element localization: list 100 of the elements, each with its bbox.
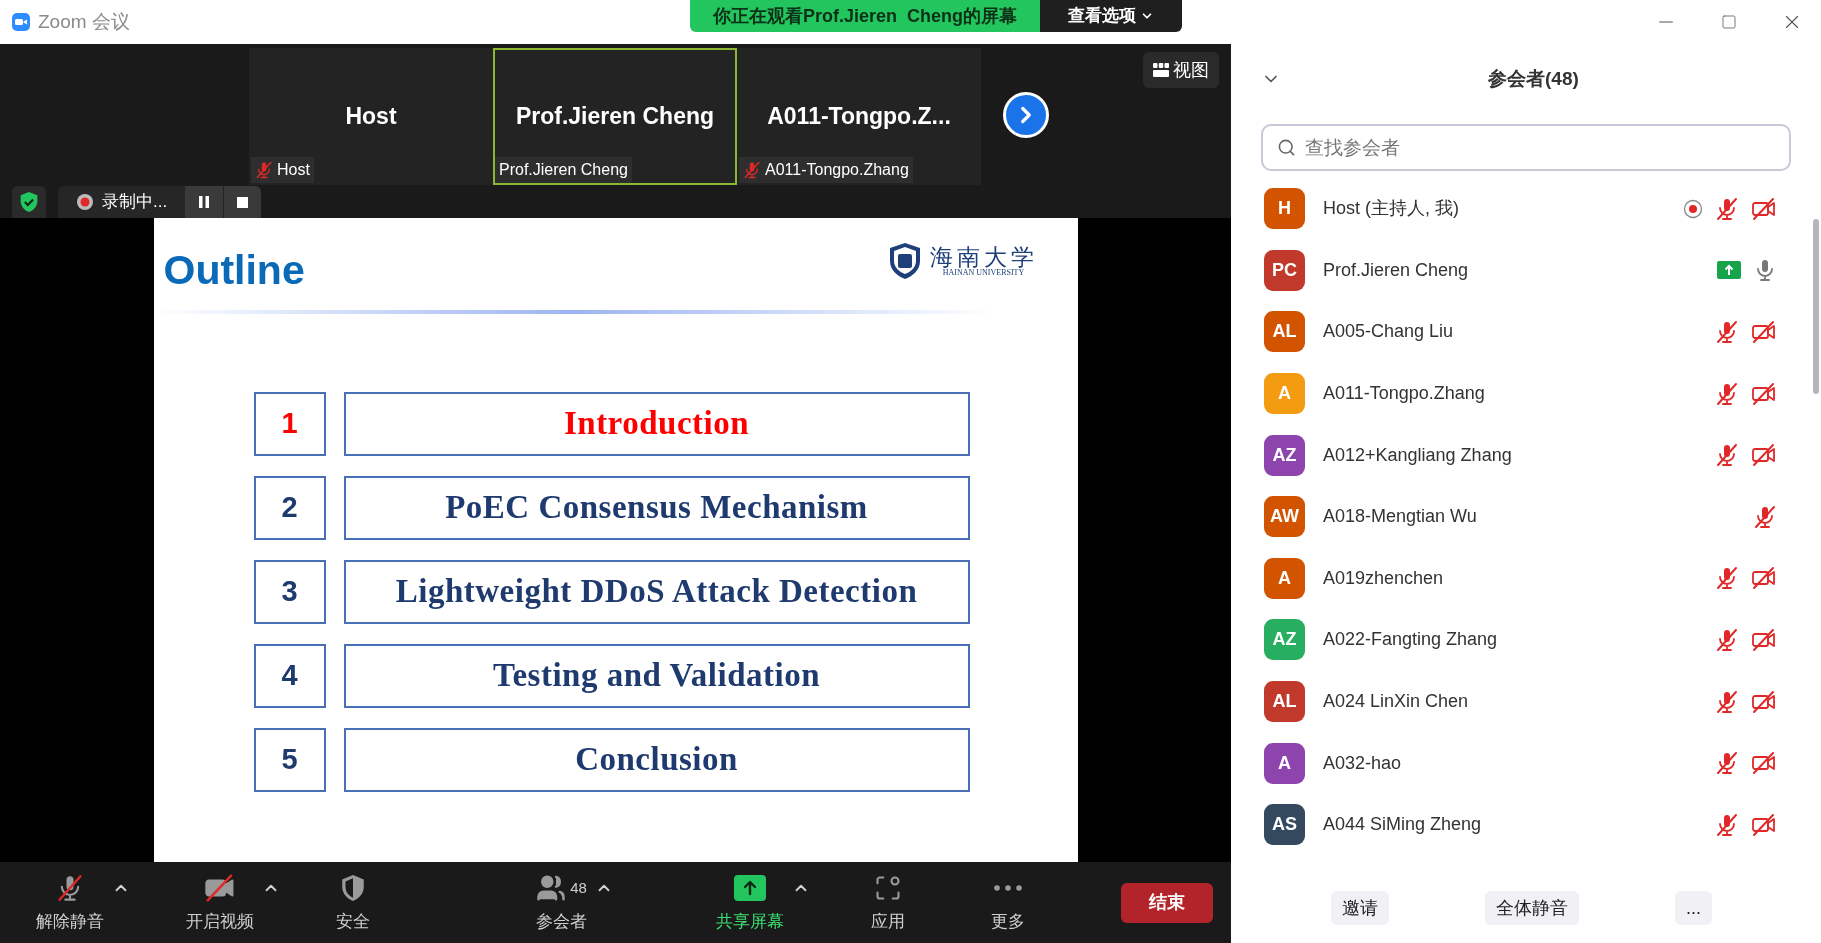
panel-button[interactable]: 全体静音 xyxy=(1485,891,1579,925)
toolbar-label: 更多 xyxy=(991,910,1025,933)
section-title-box: Introduction xyxy=(343,391,970,456)
section-number-box: 4 xyxy=(253,643,326,708)
pause-button[interactable] xyxy=(185,186,224,218)
toolbar-button[interactable]: 应用 xyxy=(863,870,913,935)
tile-name: Host xyxy=(345,102,397,132)
muted-microphone-icon xyxy=(1715,320,1739,344)
toolbar-button[interactable]: 48 参会者 xyxy=(528,870,595,935)
participant-name: Host (主持人, 我) xyxy=(1323,197,1459,221)
recording-label: 录制中... xyxy=(102,191,168,214)
participant-name: A018-Mengtian Wu xyxy=(1323,505,1477,529)
participant-row[interactable]: AL A024 LinXin Chen xyxy=(1231,670,1821,733)
toolbar-button[interactable]: 共享屏幕 xyxy=(708,870,792,935)
toolbar-label: 开启视频 xyxy=(186,910,254,933)
participant-row[interactable]: AS A044 SiMing Zheng xyxy=(1231,793,1821,856)
video-off-icon xyxy=(204,871,236,904)
avatar: PC xyxy=(1264,249,1305,291)
logo-english-name: HAINAN UNIVERSITY xyxy=(942,268,1025,277)
muted-microphone-icon xyxy=(1715,443,1739,468)
participant-row[interactable]: H Host (主持人, 我) xyxy=(1231,178,1821,240)
screen-share-banner: 你正在观看Prof.Jieren Cheng的屏幕 xyxy=(690,0,1040,32)
view-options-button[interactable]: 查看选项 xyxy=(1040,0,1182,32)
muted-microphone-icon xyxy=(1715,751,1739,776)
toolbar-label: 安全 xyxy=(336,910,370,933)
search-field[interactable]: 查找参会者 xyxy=(1261,124,1791,171)
video-tile[interactable]: Prof.Jieren Cheng Prof.Jieren Cheng xyxy=(493,48,737,185)
participant-name: A019zhenchen xyxy=(1323,566,1444,590)
participant-row[interactable]: AL A005-Chang Liu xyxy=(1231,301,1821,363)
maximize-icon[interactable] xyxy=(1721,14,1737,30)
participant-name: Prof.Jieren Cheng xyxy=(1323,258,1469,282)
slide-title: Outline xyxy=(163,246,305,295)
logo-chinese-name: 海南大学 xyxy=(929,245,1038,269)
toolbar-button[interactable]: 开启视频 xyxy=(178,870,262,935)
tag-label: Host xyxy=(277,160,310,180)
avatar: AZ xyxy=(1264,619,1305,661)
camera-logo-icon xyxy=(12,13,30,31)
video-off-icon xyxy=(1751,688,1777,715)
stop-button[interactable] xyxy=(223,186,262,218)
video-off-icon xyxy=(1751,626,1777,653)
shield-icon xyxy=(340,873,366,902)
muted-microphone-icon xyxy=(1715,689,1739,714)
avatar: AL xyxy=(1264,681,1305,723)
participant-name: A005-Chang Liu xyxy=(1323,320,1454,344)
participant-row[interactable]: A A019zhenchen xyxy=(1231,547,1821,610)
video-tile[interactable]: A011-Tongpo.Z... A011-Tongpo.Zhang xyxy=(737,48,981,185)
avatar: AS xyxy=(1264,804,1305,846)
next-page-button[interactable] xyxy=(1003,92,1049,138)
tag-label: Prof.Jieren Cheng xyxy=(499,160,628,180)
toolbar-button[interactable]: 解除静音 xyxy=(28,870,112,935)
muted-microphone-icon xyxy=(56,873,84,902)
view-button[interactable]: 视图 xyxy=(1143,52,1219,88)
video-off-icon xyxy=(1751,319,1777,345)
section-number-box: 1 xyxy=(253,391,326,456)
section-number-box: 5 xyxy=(253,727,326,792)
window-title: Zoom 会议 xyxy=(38,9,130,34)
apps-icon xyxy=(874,873,902,902)
video-off-icon xyxy=(1751,380,1777,407)
toolbar-label: 应用 xyxy=(871,910,905,933)
muted-microphone-icon xyxy=(1715,627,1739,652)
video-off-icon xyxy=(1751,811,1777,838)
stop-icon xyxy=(237,196,249,208)
toolbar-button[interactable]: 更多 xyxy=(983,870,1033,935)
video-off-icon xyxy=(1751,565,1777,592)
participant-name: A022-Fangting Zhang xyxy=(1323,628,1498,652)
video-tile[interactable]: Host Host xyxy=(249,48,493,185)
end-meeting-button[interactable]: 结束 xyxy=(1121,882,1213,923)
section-number-box: 3 xyxy=(253,559,326,624)
search-icon xyxy=(1277,138,1296,157)
participant-name: A044 SiMing Zheng xyxy=(1323,813,1482,837)
toolbar-label: 参会者 xyxy=(536,910,587,933)
share-screen-icon xyxy=(734,874,766,901)
participant-row[interactable]: PC Prof.Jieren Cheng xyxy=(1231,239,1821,302)
participant-name: A012+Kangliang Zhang xyxy=(1323,443,1512,467)
avatar: A xyxy=(1264,373,1305,415)
toolbar-button[interactable]: 安全 xyxy=(328,870,378,935)
muted-microphone-icon xyxy=(1715,566,1739,591)
muted-microphone-icon xyxy=(743,161,761,179)
avatar: AL xyxy=(1264,311,1305,353)
participant-row[interactable]: A A011-Tongpo.Zhang xyxy=(1231,362,1821,425)
participant-name: A011-Tongpo.Zhang xyxy=(1323,382,1485,406)
section-title-box: PoEC Consensus Mechanism xyxy=(343,475,970,540)
avatar: A xyxy=(1264,557,1305,599)
pause-icon xyxy=(199,196,210,208)
tile-name: Prof.Jieren Cheng xyxy=(515,102,715,132)
participant-row[interactable]: AZ A012+Kangliang Zhang xyxy=(1231,424,1821,486)
video-off-icon xyxy=(1751,750,1777,777)
video-off-icon xyxy=(1751,195,1777,222)
section-title-box: Conclusion xyxy=(343,727,970,792)
participant-count: 48 xyxy=(570,877,587,898)
participant-row[interactable]: AW A018-Mengtian Wu xyxy=(1231,485,1821,548)
participant-row[interactable]: AZ A022-Fangting Zhang xyxy=(1231,609,1821,671)
muted-microphone-icon xyxy=(1715,196,1739,221)
avatar: AW xyxy=(1264,496,1305,538)
participant-row[interactable]: A A032-hao xyxy=(1231,732,1821,794)
scrollbar-thumb[interactable] xyxy=(1813,219,1819,394)
panel-button[interactable]: 邀请 xyxy=(1331,891,1389,925)
participant-name: A024 LinXin Chen xyxy=(1323,690,1469,714)
toolbar-label: 解除静音 xyxy=(36,910,104,933)
panel-button[interactable]: ... xyxy=(1675,891,1712,925)
